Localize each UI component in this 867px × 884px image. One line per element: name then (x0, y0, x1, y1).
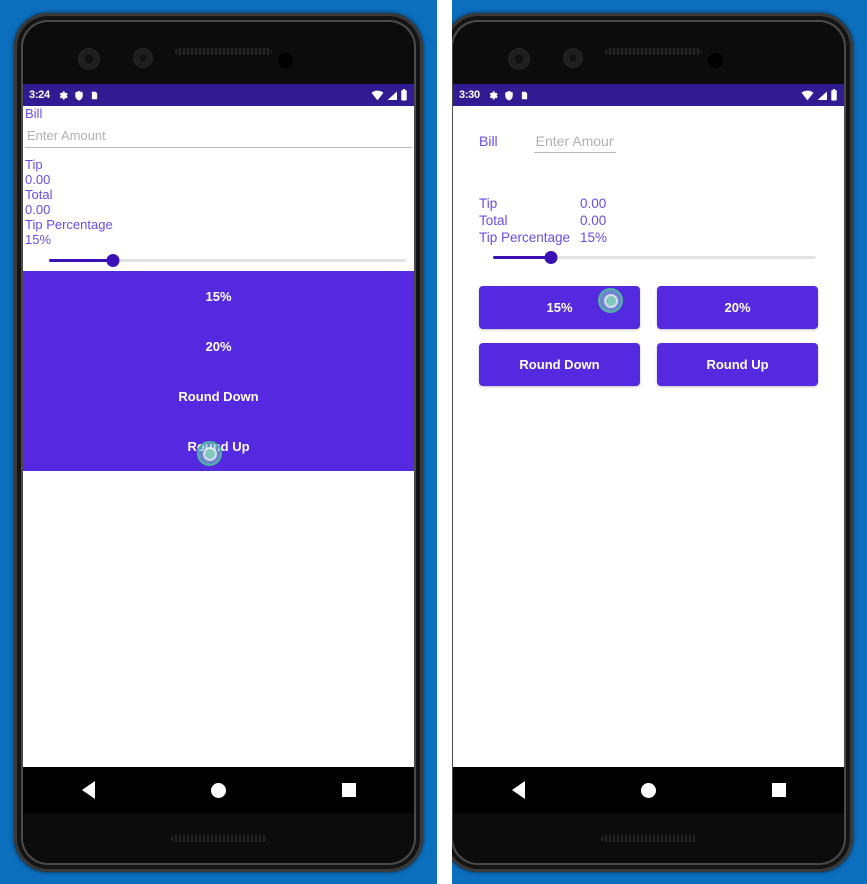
bottom-speaker-icon (170, 835, 267, 842)
round-up-button-left[interactable]: Round Up (23, 421, 414, 471)
clipboard-icon (90, 90, 99, 101)
proximity-sensor-icon (508, 48, 530, 70)
button-block-left: 15% 20% Round Down Round Up (23, 271, 414, 471)
total-label-left: Total (25, 187, 53, 202)
light-sensor-icon (133, 48, 153, 68)
earpiece-speaker-icon (175, 48, 272, 55)
earpiece-speaker-icon (605, 48, 702, 55)
phone-bottom-bezel (453, 813, 844, 863)
total-value-right: 0.00 (580, 213, 607, 228)
nav-recents-button-left[interactable] (319, 783, 379, 797)
tip-percentage-slider-right[interactable] (493, 250, 816, 264)
signal-icon (386, 90, 398, 101)
tip-15-button-right[interactable]: 15% (479, 286, 640, 329)
home-icon (640, 782, 656, 798)
proximity-sensor-icon (78, 48, 100, 70)
tip-15-button-left[interactable]: 15% (23, 271, 414, 321)
tip-slider-row-left (23, 247, 414, 271)
summary-rows-right: Tip 0.00 Total 0.00 Tip Percentage 15% (479, 195, 818, 246)
battery-icon (830, 89, 838, 101)
nav-home-button-right[interactable] (618, 782, 678, 798)
phone-top-bezel (453, 22, 844, 84)
tip-20-button-left[interactable]: 20% (23, 321, 414, 371)
total-value-left: 0.00 (25, 202, 51, 217)
left-phone-panel: 3:24 Bill Enter Amount Tip 0.00 Total 0.… (0, 0, 437, 884)
shield-icon (74, 90, 84, 101)
status-icons-right-group (371, 89, 408, 101)
right-phone-panel: 3:30 Bill Enter Amount Tip 0.00 Total 0.… (452, 0, 867, 884)
recents-icon (771, 783, 786, 797)
home-icon (210, 782, 226, 798)
round-down-button-left[interactable]: Round Down (23, 371, 414, 421)
battery-icon (400, 89, 408, 101)
slider-fill (493, 256, 552, 259)
tip-label-right: Tip (479, 196, 498, 211)
bill-row-right: Bill (479, 132, 818, 153)
phone-screen-left: 3:24 Bill Enter Amount Tip 0.00 Total 0.… (23, 84, 414, 813)
signal-icon (816, 90, 828, 101)
nav-back-button-left[interactable] (58, 781, 118, 799)
total-label-right: Total (479, 213, 508, 228)
wifi-icon (801, 90, 814, 101)
back-icon (81, 781, 95, 799)
gear-icon (487, 90, 498, 101)
clipboard-icon (520, 90, 529, 101)
status-icons-right-group (801, 89, 838, 101)
round-down-button-right[interactable]: Round Down (479, 343, 640, 386)
bill-label-right: Bill (479, 133, 498, 149)
status-icons-left-group (487, 90, 529, 101)
tip-percentage-value-right: 15% (580, 230, 608, 245)
phone-device-left: 3:24 Bill Enter Amount Tip 0.00 Total 0.… (14, 13, 423, 872)
panel-separator (437, 0, 452, 884)
tip-percentage-label-left: Tip Percentage (25, 217, 113, 232)
nav-home-button-left[interactable] (188, 782, 248, 798)
tip-slider-row-right (479, 246, 818, 264)
phone-bottom-bezel (23, 813, 414, 863)
front-camera-icon (708, 53, 723, 68)
android-nav-bar-right (453, 767, 844, 813)
slider-thumb[interactable] (106, 254, 120, 267)
tip-value-left: 0.00 (25, 172, 51, 187)
wifi-icon (371, 90, 384, 101)
android-nav-bar-left (23, 767, 414, 813)
tip-20-button-right[interactable]: 20% (657, 286, 818, 329)
tip-row-right: Tip 0.00 (479, 195, 818, 212)
bill-field-wrapper-left (23, 121, 414, 148)
nav-recents-button-right[interactable] (749, 783, 809, 797)
preset-button-grid-right: 15% 20% Round Down Round Up (479, 286, 818, 386)
slider-thumb[interactable] (544, 251, 558, 264)
front-camera-icon (278, 53, 293, 68)
tip-calculator-app-left: Bill Tip 0.00 Total 0.00 Tip Percentage … (23, 106, 414, 767)
recents-icon (341, 783, 356, 797)
light-sensor-icon (563, 48, 583, 68)
status-icons-left-group (57, 90, 99, 101)
tip-percentage-row-right: Tip Percentage 15% (479, 229, 818, 246)
round-up-button-right[interactable]: Round Up (657, 343, 818, 386)
slider-fill (49, 259, 114, 262)
screenshot-root: 3:24 Bill Enter Amount Tip 0.00 Total 0.… (0, 0, 867, 884)
bill-amount-input-left[interactable] (25, 125, 412, 148)
status-clock: 3:30 (459, 89, 480, 101)
tip-percentage-value-left: 15% (25, 232, 52, 247)
tip-label-left: Tip (25, 157, 43, 172)
bill-label-left: Bill (25, 106, 43, 121)
total-row-right: Total 0.00 (479, 212, 818, 229)
phone-top-bezel (23, 22, 414, 84)
phone-device-right: 3:30 Bill Enter Amount Tip 0.00 Total 0.… (452, 13, 853, 872)
bottom-speaker-icon (600, 835, 697, 842)
status-bar-left: 3:24 (23, 84, 414, 106)
status-bar-right: 3:30 (453, 84, 844, 106)
summary-rows-left: Tip 0.00 Total 0.00 Tip Percentage 15% (23, 157, 414, 247)
tip-percentage-slider-left[interactable] (49, 253, 406, 267)
tip-calculator-app-right: Bill Tip 0.00 Total 0.00 (453, 106, 844, 767)
tip-value-right: 0.00 (580, 196, 607, 211)
back-icon (511, 781, 525, 799)
gear-icon (57, 90, 68, 101)
status-clock: 3:24 (29, 89, 50, 101)
phone-screen-right: 3:30 Bill Enter Amount Tip 0.00 Total 0.… (453, 84, 844, 813)
nav-back-button-right[interactable] (488, 781, 548, 799)
bill-amount-input-right[interactable] (533, 132, 616, 153)
shield-icon (504, 90, 514, 101)
tip-percentage-label-right: Tip Percentage (479, 230, 571, 245)
